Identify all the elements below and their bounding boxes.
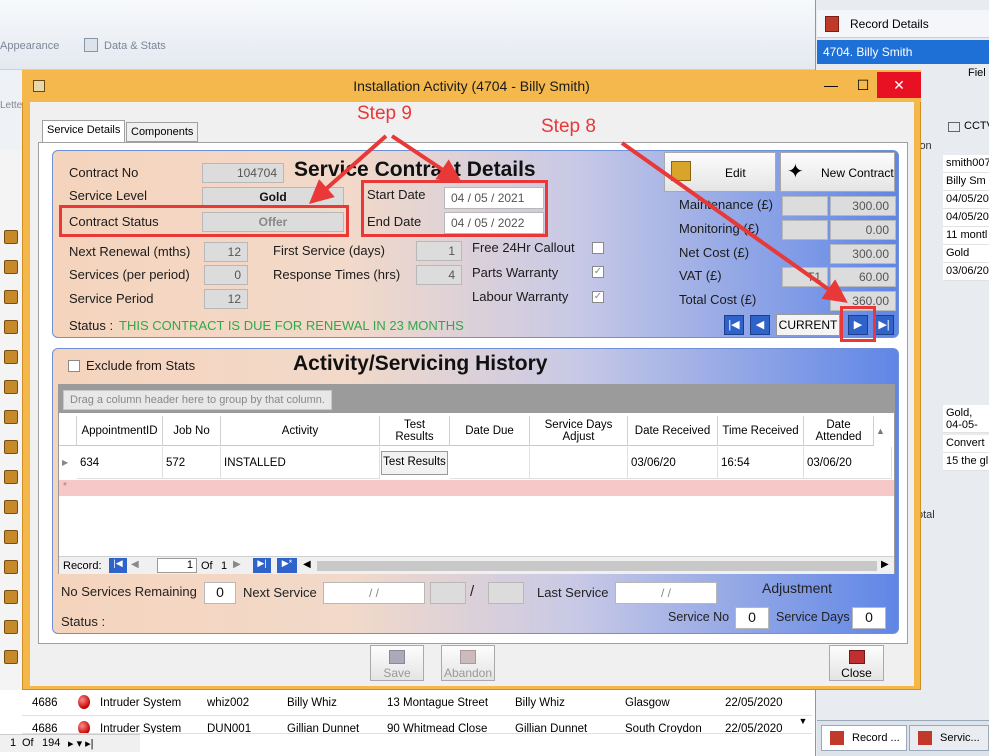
step9-arrow-dates (390, 134, 462, 183)
step8-arrow (620, 141, 848, 303)
annotation-arrows (309, 134, 848, 303)
step9-arrow-status (309, 134, 388, 204)
